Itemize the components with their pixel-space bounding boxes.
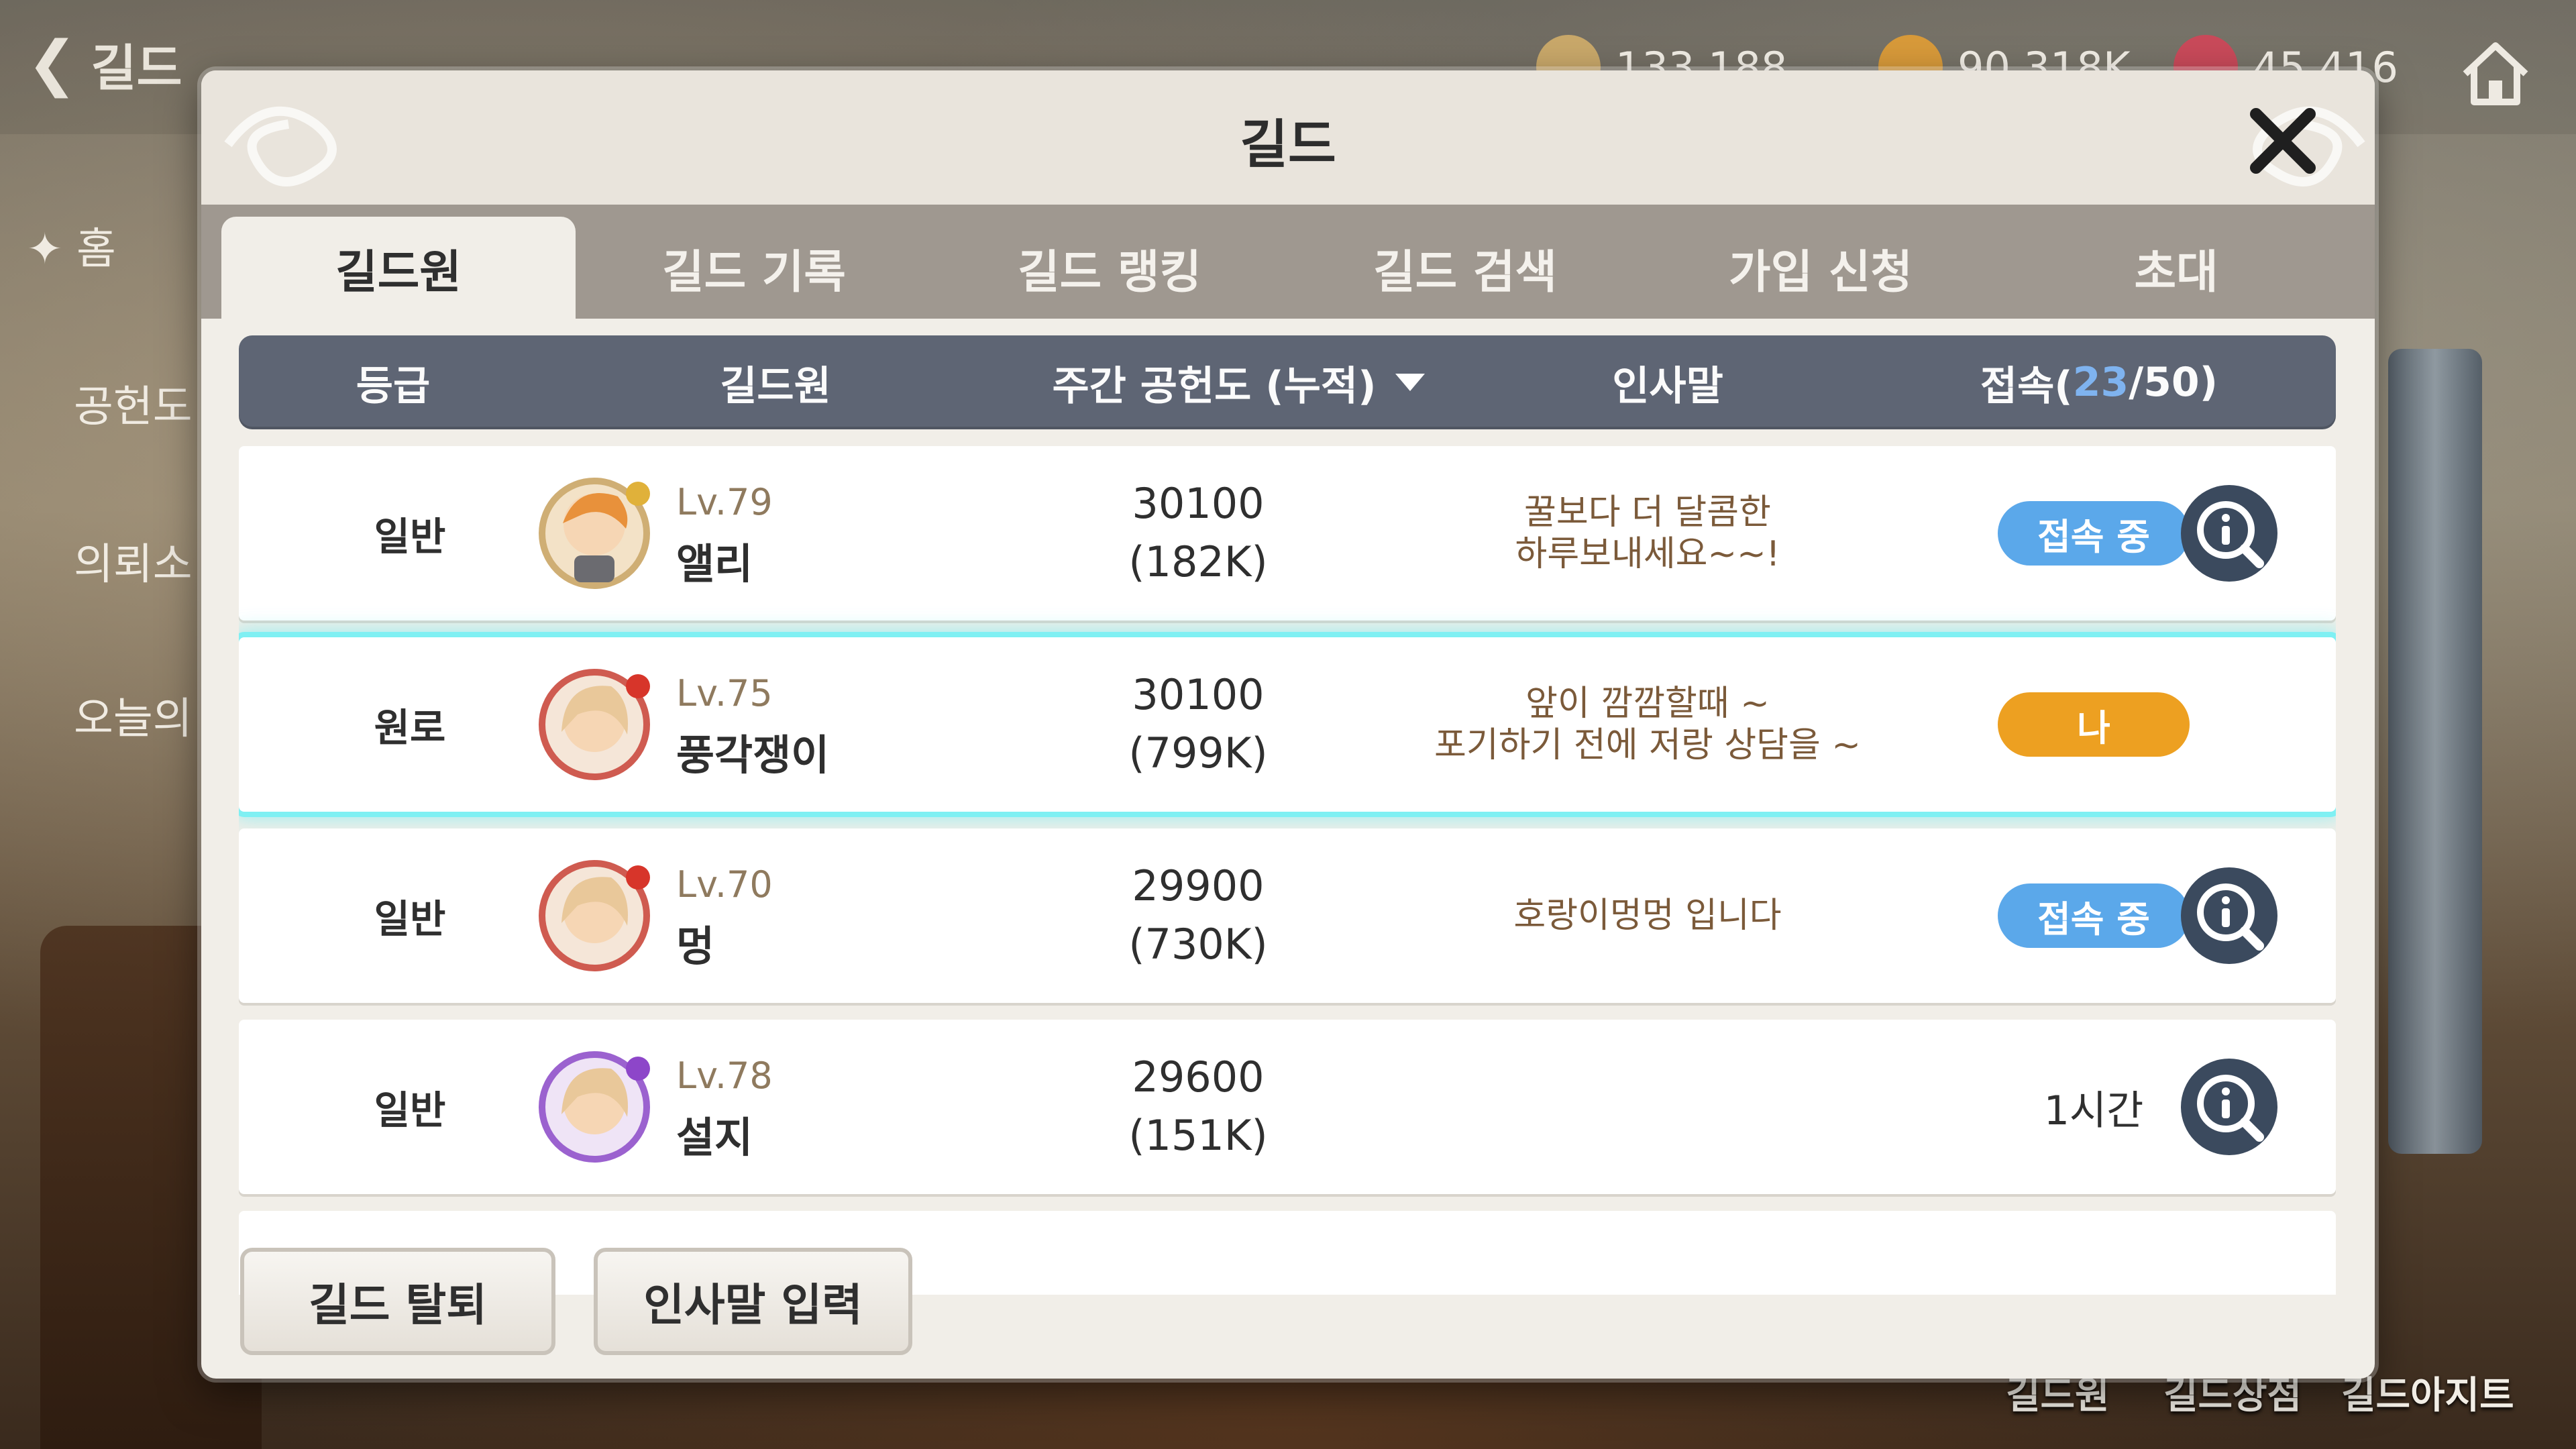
member-list[interactable]: 일반 Lv.79 앨리 30100 (182K) 꿀보다 더 달콤한 하루보내세… [239,446,2336,1295]
member-grade: 일반 [374,1087,446,1133]
side-menu-today[interactable]: 오늘의 [74,684,193,746]
header-member: 길드원 [720,362,831,410]
member-info-search-icon[interactable] [2179,483,2279,584]
member-greeting-line-1: 꿀보다 더 달콤한 [1524,492,1771,533]
member-info-search-icon[interactable] [2179,1057,2279,1157]
member-greeting: 호랑이멍멍 입니다 [1393,828,1902,1003]
member-greeting-line-1: 호랑이멍멍 입니다 [1513,895,1782,936]
member-level: Lv.70 [676,863,773,906]
member-level: Lv.79 [676,481,773,523]
tab-bar: 길드원 길드 기록 길드 랭킹 길드 검색 가입 신청 초대 [201,205,2375,319]
header-grade: 등급 [356,362,431,410]
member-total: (730K) [1128,920,1268,969]
side-menu-home-label: 홈 [76,225,116,274]
tab-guild-log[interactable]: 길드 기록 [577,217,931,319]
side-menu-requests-label: 의뢰소 [74,540,193,590]
member-grade: 일반 [374,514,446,559]
status-badge: 접속 중 [1998,883,2190,948]
side-menu-contribution-label: 공헌도 [74,382,193,432]
member-info-search-icon[interactable] [2179,865,2279,966]
back-label: 길드 [91,39,182,97]
member-grade: 원로 [374,705,446,751]
tab-invite[interactable]: 초대 [1999,217,2353,319]
member-greeting: 앞이 깜깜할때 ~ 포기하기 전에 저랑 상담을 ~ [1393,637,1902,812]
member-total: (151K) [1128,1111,1268,1160]
enter-greeting-button[interactable]: 인사말 입력 [594,1248,912,1355]
guild-dialog: 길드 길드원 길드 기록 길드 랭킹 길드 검색 가입 신청 초대 등급 길드원… [201,70,2375,1379]
member-row[interactable]: 일반 Lv.79 앨리 30100 (182K) 꿀보다 더 달콤한 하루보내세… [239,446,2336,621]
header-online: 접속(23/50) [1862,335,2336,429]
tab-guild-ranking[interactable]: 길드 랭킹 [932,217,1287,319]
background-pillar [2388,349,2482,1154]
leave-guild-button[interactable]: 길드 탈퇴 [240,1248,555,1355]
member-weekly: 30100 [1132,479,1265,529]
member-grade: 일반 [374,896,446,942]
member-greeting: 꿀보다 더 달콤한 하루보내세요~~! [1393,446,1902,621]
side-menu-requests[interactable]: 의뢰소 [74,530,193,592]
member-avatar [539,1051,650,1163]
member-row-self[interactable]: 원로 Lv.75 풍각쟁이 30100 (799K) 앞이 깜깜할때 ~ 포기하… [239,637,2336,812]
member-contribution: 29600 (151K) [1004,1020,1393,1194]
member-level: Lv.75 [676,672,773,714]
side-menu-today-label: 오늘의 [74,694,193,744]
status-badge: 접속 중 [1998,501,2190,566]
back-arrow-icon: ❮ [27,28,78,99]
member-avatar [539,669,650,780]
member-contribution: 30100 (799K) [1004,637,1393,812]
member-table-header: 등급 길드원 주간 공헌도 (누적) 인사말 접속(23/50) [239,335,2336,429]
member-status-cell: 나 [1902,637,2285,812]
member-avatar [539,478,650,589]
member-total: (182K) [1128,537,1268,586]
member-weekly: 30100 [1132,670,1265,720]
last-login-text: 1시간 [2043,1087,2144,1134]
header-greeting: 인사말 [1612,362,1723,410]
member-greeting-line-1: 앞이 깜깜할때 ~ [1525,683,1770,724]
member-name: 앨리 [676,539,753,588]
member-name: 멍 [676,922,715,971]
member-contribution: 29900 (730K) [1004,828,1393,1003]
header-online-prefix: 접속( [1980,362,2073,410]
member-level: Lv.78 [676,1055,773,1097]
header-online-count: 23 [2072,359,2129,406]
dialog-title: 길드 [1240,115,1336,175]
sort-down-icon [1395,374,1425,391]
side-menu-home[interactable]: ✦ 홈 [27,215,116,276]
member-row[interactable]: 일반 Lv.70 멍 29900 (730K) 호랑이멍멍 입니다 접속 중 [239,828,2336,1003]
home-icon [2463,42,2528,105]
member-weekly: 29600 [1132,1053,1265,1102]
sparkle-icon: ✦ [27,225,63,274]
member-name: 풍각쟁이 [676,731,830,780]
member-greeting-line-2: 하루보내세요~~! [1515,534,1780,574]
tab-join-requests[interactable]: 가입 신청 [1644,217,1998,319]
close-button[interactable] [2239,97,2326,184]
tab-members[interactable]: 길드원 [221,217,576,319]
close-icon [2250,108,2316,174]
member-total: (799K) [1128,729,1268,777]
member-weekly: 29900 [1132,861,1265,911]
member-row[interactable]: 일반 Lv.78 설지 29600 (151K) 1시간 [239,1020,2336,1194]
member-contribution: 30100 (182K) [1004,446,1393,621]
back-button[interactable]: ❮ 길드 [27,27,201,101]
self-badge: 나 [1998,692,2190,757]
member-greeting-line-2: 포기하기 전에 저랑 상담을 ~ [1434,725,1861,765]
member-name: 설지 [676,1113,753,1162]
header-online-suffix: /50) [2129,359,2218,406]
tab-guild-search[interactable]: 길드 검색 [1288,217,1642,319]
home-button[interactable] [2455,34,2536,114]
header-contribution[interactable]: 주간 공헌도 (누적) [1004,335,1473,429]
side-menu-contribution[interactable]: 공헌도 [74,372,193,434]
member-avatar [539,860,650,971]
header-contribution-label: 주간 공헌도 (누적) [1052,362,1377,410]
